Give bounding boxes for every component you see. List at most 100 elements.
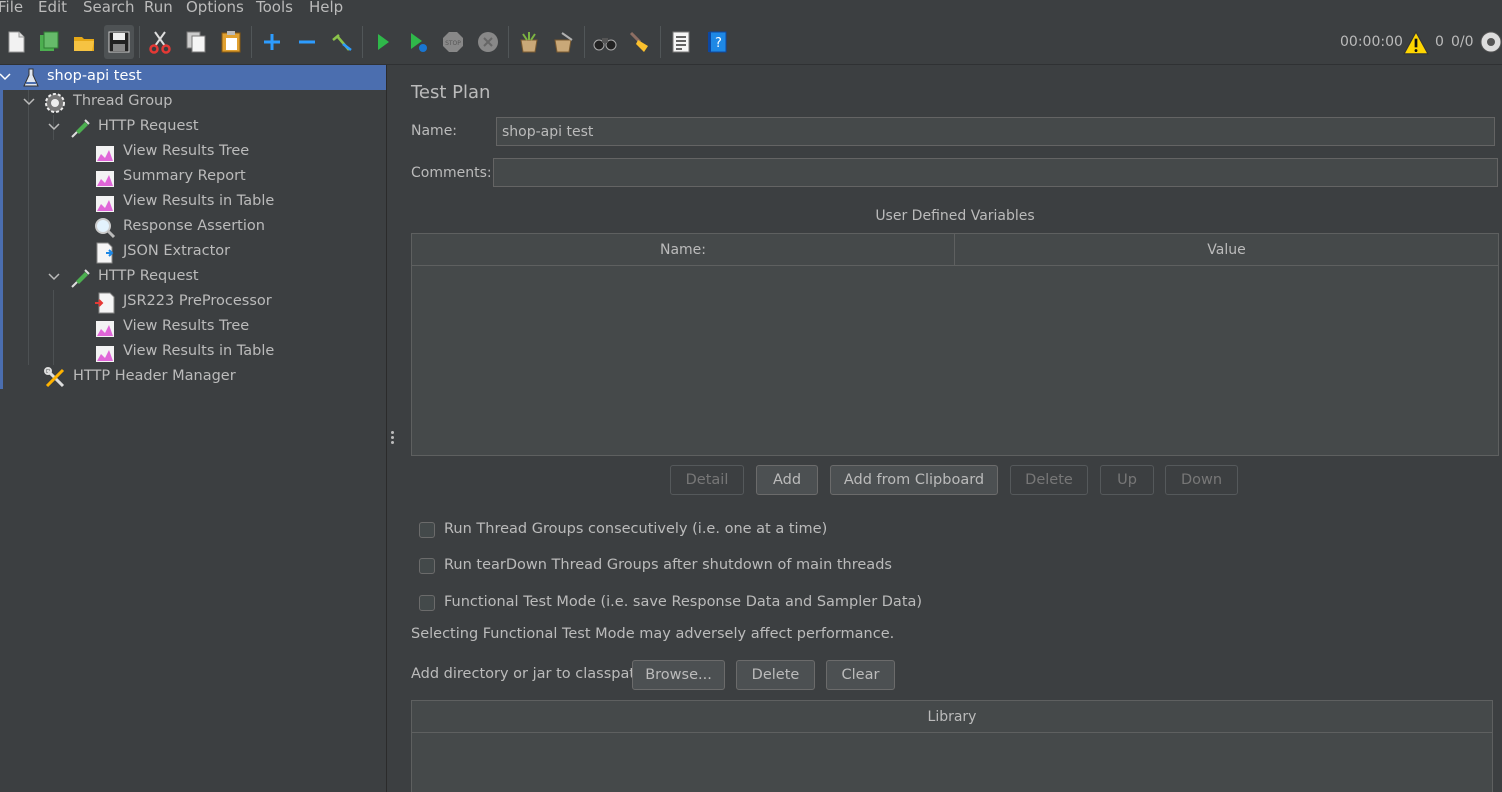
- shutdown-icon[interactable]: [473, 25, 503, 59]
- tree-node-http-request[interactable]: HTTP Request: [0, 115, 386, 140]
- udv-table[interactable]: Name: Value: [411, 233, 1499, 456]
- sampler-icon: [71, 119, 90, 138]
- library-table[interactable]: Library: [411, 700, 1493, 792]
- tree-node-json-extractor[interactable]: JSON Extractor: [0, 240, 386, 265]
- help-icon[interactable]: ?: [702, 25, 732, 59]
- warning-count: 0: [1435, 34, 1444, 50]
- tree-node-label: HTTP Header Manager: [73, 368, 236, 384]
- start-no-pauses-icon[interactable]: [403, 25, 433, 59]
- comments-field[interactable]: [493, 158, 1498, 187]
- tree-node-http-request[interactable]: HTTP Request: [0, 265, 386, 290]
- udv-title: User Defined Variables: [875, 208, 1035, 224]
- remote-status-icon[interactable]: [1479, 30, 1502, 54]
- menu-edit[interactable]: Edit: [38, 0, 67, 16]
- detail-button[interactable]: Detail: [670, 465, 744, 495]
- tree-node-http-header-manager[interactable]: HTTP Header Manager: [0, 365, 386, 390]
- splitter-grip: [391, 431, 394, 434]
- tree-node-jsr223-preprocessor[interactable]: JSR223 PreProcessor: [0, 290, 386, 315]
- menu-search[interactable]: Search: [83, 0, 135, 16]
- test-plan-icon: [23, 68, 39, 87]
- new-icon[interactable]: [1, 25, 31, 59]
- clear-classpath-button[interactable]: Clear: [826, 660, 895, 690]
- menu-bar: File Edit Search Run Options Tools Help: [0, 0, 1502, 20]
- tree-node-response-assertion[interactable]: Response Assertion: [0, 215, 386, 240]
- tree-node-label: HTTP Request: [98, 118, 199, 134]
- start-icon[interactable]: [368, 25, 398, 59]
- open-icon[interactable]: [69, 25, 99, 59]
- toolbar-separator: [508, 26, 509, 58]
- delete-variable-button[interactable]: Delete: [1010, 465, 1088, 495]
- cut-icon[interactable]: [145, 25, 175, 59]
- paste-icon[interactable]: [216, 25, 246, 59]
- tree-node-label: Response Assertion: [123, 218, 265, 234]
- copy-icon[interactable]: [181, 25, 211, 59]
- reset-search-icon[interactable]: [625, 25, 655, 59]
- tree-node-label: View Results Tree: [123, 318, 250, 334]
- browse-button[interactable]: Browse...: [632, 660, 725, 690]
- tree-node-view-results-in-table[interactable]: View Results in Table: [0, 190, 386, 215]
- listener-icon: [96, 171, 114, 187]
- templates-icon[interactable]: [34, 25, 64, 59]
- toolbar-separator: [362, 26, 363, 58]
- add-button[interactable]: Add: [756, 465, 818, 495]
- expand-icon[interactable]: [257, 25, 287, 59]
- chevron-down-icon[interactable]: [23, 95, 35, 107]
- comments-label: Comments:: [411, 165, 492, 181]
- clear-all-icon[interactable]: [549, 25, 579, 59]
- clear-icon[interactable]: [514, 25, 544, 59]
- tree-node-summary-report[interactable]: Summary Report: [0, 165, 386, 190]
- menu-run[interactable]: Run: [144, 0, 173, 16]
- udv-value-header[interactable]: Value: [955, 234, 1498, 266]
- chevron-down-icon[interactable]: [0, 70, 11, 82]
- warning-icon[interactable]: [1403, 30, 1429, 56]
- function-helper-icon[interactable]: [666, 25, 696, 59]
- tree-node-label: View Results in Table: [123, 193, 275, 209]
- chevron-down-icon[interactable]: [48, 270, 60, 282]
- chevron-down-icon[interactable]: [48, 120, 60, 132]
- toolbar-separator: [584, 26, 585, 58]
- classpath-label: Add directory or jar to classpath: [411, 666, 645, 682]
- toolbar-separator: [660, 26, 661, 58]
- library-header[interactable]: Library: [412, 701, 1492, 733]
- udv-name-header[interactable]: Name:: [412, 234, 955, 266]
- extractor-icon: [96, 242, 114, 264]
- tree-node-test-plan[interactable]: shop-api test: [0, 65, 386, 90]
- tree-node-thread-group[interactable]: Thread Group: [0, 90, 386, 115]
- test-plan-panel: Test Plan Name: Comments: User Defined V…: [397, 65, 1502, 792]
- tree-node-view-results-tree[interactable]: View Results Tree: [0, 140, 386, 165]
- save-icon[interactable]: [104, 25, 134, 59]
- add-from-clipboard-button[interactable]: Add from Clipboard: [830, 465, 998, 495]
- menu-file[interactable]: File: [0, 0, 23, 16]
- listener-icon: [96, 196, 114, 212]
- menu-help[interactable]: Help: [309, 0, 343, 16]
- tree-node-label: View Results in Table: [123, 343, 275, 359]
- preprocessor-icon: [95, 292, 115, 314]
- move-up-button[interactable]: Up: [1100, 465, 1154, 495]
- split-pane-divider[interactable]: [387, 65, 397, 792]
- teardown-after-shutdown-checkbox[interactable]: [419, 558, 435, 574]
- splitter-grip: [391, 441, 394, 444]
- stop-icon[interactable]: STOP: [438, 25, 468, 59]
- tree-node-view-results-in-table[interactable]: View Results in Table: [0, 340, 386, 365]
- toolbar-separator: [139, 26, 140, 58]
- functional-test-mode-label: Functional Test Mode (i.e. save Response…: [444, 594, 923, 610]
- functional-test-mode-checkbox[interactable]: [419, 595, 435, 611]
- menu-options[interactable]: Options: [186, 0, 244, 16]
- move-down-button[interactable]: Down: [1165, 465, 1238, 495]
- collapse-icon[interactable]: [292, 25, 322, 59]
- listener-icon: [96, 346, 114, 362]
- search-icon[interactable]: [590, 25, 620, 59]
- assertion-icon: [95, 218, 116, 239]
- tree-node-view-results-tree[interactable]: View Results Tree: [0, 315, 386, 340]
- functional-mode-note: Selecting Functional Test Mode may adver…: [411, 626, 895, 642]
- run-consecutively-label: Run Thread Groups consecutively (i.e. on…: [444, 521, 828, 537]
- run-consecutively-checkbox[interactable]: [419, 522, 435, 538]
- toggle-icon[interactable]: [327, 25, 357, 59]
- active-threads: 0/0: [1451, 34, 1474, 50]
- teardown-after-shutdown-label: Run tearDown Thread Groups after shutdow…: [444, 557, 892, 573]
- name-field[interactable]: [496, 117, 1495, 146]
- sampler-icon: [71, 269, 90, 288]
- thread-group-icon: [45, 93, 65, 113]
- delete-classpath-button[interactable]: Delete: [736, 660, 815, 690]
- menu-tools[interactable]: Tools: [256, 0, 293, 16]
